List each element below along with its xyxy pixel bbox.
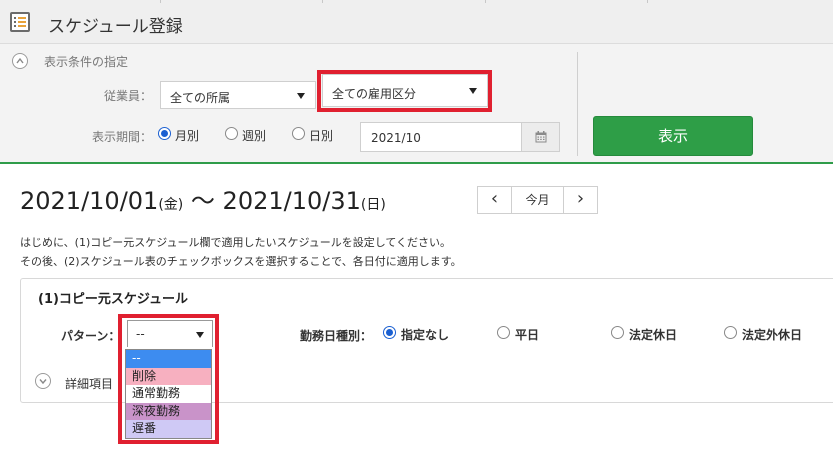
end-date: 2021/10/31 (222, 187, 361, 215)
employee-label: 従業員： (104, 89, 153, 103)
this-month-button[interactable]: 今月 (511, 186, 564, 214)
calendar-icon (535, 131, 547, 143)
radio-selected-icon (383, 326, 396, 339)
prev-month-button[interactable]: ‹ (477, 186, 512, 214)
pattern-label: パターン： (61, 329, 121, 343)
chevron-down-icon (39, 379, 47, 385)
radio-empty-icon (497, 326, 510, 339)
department-value: 全ての所属 (170, 91, 231, 105)
radio-empty-icon (724, 326, 737, 339)
calendar-button[interactable] (521, 123, 559, 151)
period-range: 2021/10/01(金) 〜 2021/10/31(日) (20, 181, 386, 216)
title-bar: スケジュール登録 (0, 0, 833, 44)
range-separator: 〜 (190, 187, 215, 215)
period-date-value: 2021/10 (371, 131, 421, 145)
filter-panel: 表示条件の指定 従業員： 全ての所属 全ての雇用区分 表示期間： 月別 週別 日… (0, 44, 833, 164)
next-month-button[interactable]: › (563, 186, 598, 214)
period-date-input[interactable]: 2021/10 (360, 122, 560, 152)
copy-source-title: (1)コピー元スケジュール (38, 292, 189, 307)
panel-divider (577, 52, 578, 156)
collapse-filter-button[interactable] (12, 53, 28, 69)
chevron-up-icon (16, 57, 24, 64)
page-title: スケジュール登録 (48, 17, 183, 37)
filter-section-title: 表示条件の指定 (44, 55, 129, 69)
start-date: 2021/10/01 (20, 187, 159, 215)
department-select[interactable]: 全ての所属 (160, 81, 316, 109)
details-label: 詳細項目 (65, 377, 114, 391)
caret-down-icon (297, 93, 305, 99)
work-type-label: 勤務日種別： (300, 329, 373, 343)
expand-details-button[interactable] (35, 373, 51, 389)
radio-selected-icon (158, 127, 171, 140)
show-button[interactable]: 表示 (593, 116, 753, 156)
instruction-line-1: はじめに、(1)コピー元スケジュール欄で適用したいスケジュールを設定してください… (20, 236, 452, 249)
period-label: 表示期間： (92, 130, 153, 144)
highlight-box-pattern (118, 314, 219, 444)
radio-empty-icon (292, 127, 305, 140)
start-day: (金) (158, 197, 184, 213)
highlight-box-employment-type (317, 70, 492, 112)
instruction-line-2: その後、(2)スケジュール表のチェックボックスを選択することで、各日付に適用しま… (20, 255, 462, 268)
end-day: (日) (360, 197, 386, 213)
radio-empty-icon (611, 326, 624, 339)
schedule-list-icon (10, 12, 30, 32)
radio-empty-icon (225, 127, 238, 140)
